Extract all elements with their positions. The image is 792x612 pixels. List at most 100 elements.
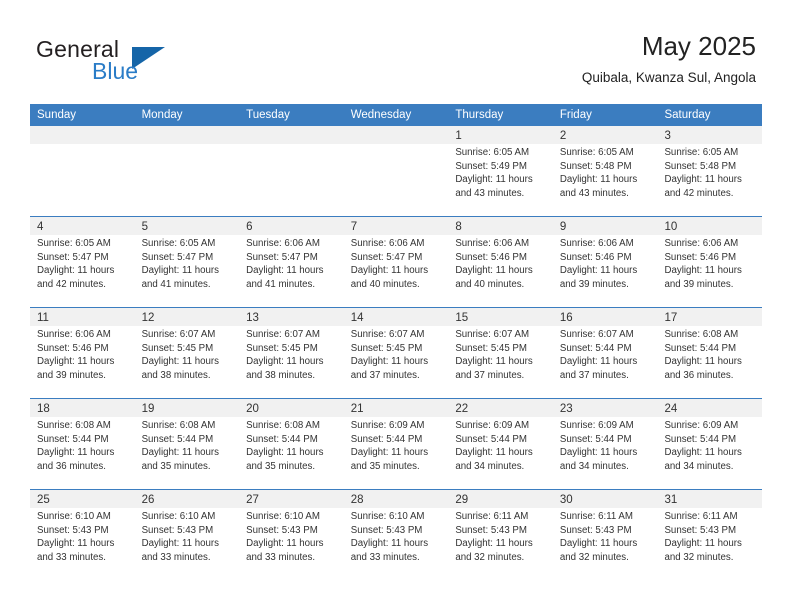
- calendar-day-cell[interactable]: 28 Sunrise: 6:10 AM Sunset: 5:43 PM Dayligh…: [343, 490, 449, 580]
- calendar-day-cell-empty: [134, 126, 240, 216]
- day-details: Sunrise: 6:05 AM Sunset: 5:47 PM Daylight:…: [30, 235, 135, 291]
- day-number: 7: [350, 221, 358, 233]
- calendar-day-cell[interactable]: 31 Sunrise: 6:11 AM Sunset: 5:43 PM Dayligh…: [657, 490, 763, 580]
- calendar-day-cell[interactable]: 6 Sunrise: 6:06 AM Sunset: 5:47 PM Daylight…: [239, 217, 344, 307]
- day-number: 29: [455, 494, 469, 506]
- calendar-day-cell[interactable]: 25 Sunrise: 6:10 AM Sunset: 5:43 PM Dayligh…: [30, 490, 135, 580]
- calendar-day-cell[interactable]: 17 Sunrise: 6:08 AM Sunset: 5:44 PM Dayligh…: [657, 308, 763, 398]
- daylight-text-line2: and 37 minutes.: [350, 369, 420, 381]
- daylight-text-line1: Daylight: 11 hours: [664, 538, 742, 550]
- sunrise-text: Sunrise: 6:06 AM: [37, 329, 111, 340]
- calendar-day-cell[interactable]: 22 Sunrise: 6:09 AM Sunset: 5:44 PM Dayligh…: [448, 399, 553, 489]
- calendar-day-cell[interactable]: 10 Sunrise: 6:06 AM Sunset: 5:46 PM Dayligh…: [657, 217, 763, 307]
- day-number: 15: [455, 312, 469, 324]
- calendar-day-cell[interactable]: 3 Sunrise: 6:05 AM Sunset: 5:48 PM Daylight…: [657, 126, 763, 216]
- daylight-text-line1: Daylight: 11 hours: [664, 447, 742, 459]
- calendar-day-cell[interactable]: 15 Sunrise: 6:07 AM Sunset: 5:45 PM Dayligh…: [448, 308, 553, 398]
- day-number: 13: [246, 312, 259, 324]
- day-number: 2: [559, 130, 567, 142]
- sunset-text: Sunset: 5:43 PM: [559, 524, 632, 536]
- day-number-band: 30: [552, 490, 658, 508]
- daylight-text-line1: Daylight: 11 hours: [455, 265, 533, 277]
- page-header: General Blue May 2025 Quibala, Kwanza Su…: [0, 0, 792, 100]
- day-number: 14: [350, 312, 364, 324]
- sunset-text: Sunset: 5:44 PM: [559, 433, 632, 445]
- daylight-text-line2: and 32 minutes.: [455, 551, 525, 563]
- daylight-text-line2: and 32 minutes.: [559, 551, 629, 563]
- sunrise-text: Sunrise: 6:08 AM: [37, 420, 111, 431]
- daylight-text-line1: Daylight: 11 hours: [559, 538, 638, 550]
- day-number: 27: [246, 494, 259, 506]
- sunrise-text: Sunrise: 6:10 AM: [141, 511, 216, 522]
- day-number-band: 15: [448, 308, 553, 326]
- sunrise-text: Sunrise: 6:08 AM: [141, 420, 216, 431]
- day-details: Sunrise: 6:06 AM Sunset: 5:47 PM Daylight:…: [239, 235, 344, 291]
- calendar-day-cell[interactable]: 12 Sunrise: 6:07 AM Sunset: 5:45 PM Dayligh…: [134, 308, 240, 398]
- calendar-day-cell[interactable]: 9 Sunrise: 6:06 AM Sunset: 5:46 PM Daylight…: [552, 217, 658, 307]
- calendar-day-cell-empty: [239, 126, 344, 216]
- daylight-text-line2: and 39 minutes.: [664, 278, 734, 290]
- daylight-text-line1: Daylight: 11 hours: [559, 447, 638, 459]
- calendar-day-cell[interactable]: 21 Sunrise: 6:09 AM Sunset: 5:44 PM Dayligh…: [343, 399, 449, 489]
- day-number-band: 7: [343, 217, 449, 235]
- sunset-text: Sunset: 5:46 PM: [664, 251, 737, 263]
- day-number-band: 10: [657, 217, 763, 235]
- calendar-day-cell[interactable]: 11 Sunrise: 6:06 AM Sunset: 5:46 PM Dayligh…: [30, 308, 135, 398]
- day-details: Sunrise: 6:09 AM Sunset: 5:44 PM Daylight:…: [344, 417, 449, 473]
- sunset-text: Sunset: 5:47 PM: [246, 251, 318, 263]
- calendar-grid: Sunday Monday Tuesday Wednesday Thursday Frid…: [30, 104, 763, 580]
- calendar-day-cell[interactable]: 18 Sunrise: 6:08 AM Sunset: 5:44 PM Dayligh…: [30, 399, 135, 489]
- daylight-text-line1: Daylight: 11 hours: [37, 538, 115, 550]
- day-details: Sunrise: 6:05 AM Sunset: 5:48 PM Daylight:…: [657, 144, 762, 200]
- calendar-day-cell[interactable]: 29 Sunrise: 6:11 AM Sunset: 5:43 PM Dayligh…: [448, 490, 553, 580]
- sunset-text: Sunset: 5:44 PM: [37, 433, 109, 445]
- daylight-text-line1: Daylight: 11 hours: [559, 356, 638, 368]
- daylight-text-line2: and 38 minutes.: [246, 369, 316, 381]
- calendar-day-cell[interactable]: 23 Sunrise: 6:09 AM Sunset: 5:44 PM Dayligh…: [552, 399, 658, 489]
- sunrise-text: Sunrise: 6:05 AM: [37, 238, 111, 249]
- calendar-day-cell[interactable]: 26 Sunrise: 6:10 AM Sunset: 5:43 PM Dayligh…: [134, 490, 240, 580]
- sunset-text: Sunset: 5:47 PM: [350, 251, 423, 263]
- calendar-day-cell[interactable]: 24 Sunrise: 6:09 AM Sunset: 5:44 PM Dayligh…: [657, 399, 763, 489]
- calendar-day-cell[interactable]: 16 Sunrise: 6:07 AM Sunset: 5:44 PM Dayligh…: [552, 308, 658, 398]
- calendar-day-cell[interactable]: 7 Sunrise: 6:06 AM Sunset: 5:47 PM Daylight…: [343, 217, 449, 307]
- day-number-band: [30, 126, 135, 144]
- daylight-text-line2: and 39 minutes.: [559, 278, 629, 290]
- daylight-text-line2: and 42 minutes.: [664, 187, 734, 199]
- calendar-day-cell[interactable]: 20 Sunrise: 6:08 AM Sunset: 5:44 PM Dayligh…: [239, 399, 344, 489]
- calendar-day-cell[interactable]: 8 Sunrise: 6:06 AM Sunset: 5:46 PM Daylight…: [448, 217, 553, 307]
- sunrise-text: Sunrise: 6:07 AM: [350, 329, 425, 340]
- calendar-page: General Blue May 2025 Quibala, Kwanza Su…: [0, 0, 792, 612]
- sunset-text: Sunset: 5:47 PM: [141, 251, 214, 263]
- sunset-text: Sunset: 5:43 PM: [455, 524, 527, 536]
- sunset-text: Sunset: 5:43 PM: [141, 524, 214, 536]
- day-number-band: 26: [134, 490, 240, 508]
- day-number-band: 21: [343, 399, 449, 417]
- calendar-weeks: 1 Sunrise: 6:05 AM Sunset: 5:49 PM Daylight…: [30, 126, 763, 580]
- day-number: 20: [246, 403, 259, 415]
- calendar-day-cell[interactable]: 2 Sunrise: 6:05 AM Sunset: 5:48 PM Daylight…: [552, 126, 658, 216]
- sunrise-text: Sunrise: 6:10 AM: [246, 511, 320, 522]
- sunset-text: Sunset: 5:43 PM: [37, 524, 109, 536]
- day-details: Sunrise: 6:11 AM Sunset: 5:43 PM Daylight:…: [657, 508, 762, 564]
- daylight-text-line2: and 42 minutes.: [37, 278, 106, 290]
- day-number: 3: [664, 130, 671, 142]
- calendar-day-cell[interactable]: 13 Sunrise: 6:07 AM Sunset: 5:45 PM Dayligh…: [239, 308, 344, 398]
- calendar-day-cell[interactable]: 27 Sunrise: 6:10 AM Sunset: 5:43 PM Dayligh…: [239, 490, 344, 580]
- sunrise-text: Sunrise: 6:06 AM: [455, 238, 530, 249]
- daylight-text-line2: and 40 minutes.: [455, 278, 525, 290]
- calendar-day-cell[interactable]: 14 Sunrise: 6:07 AM Sunset: 5:45 PM Dayligh…: [343, 308, 449, 398]
- sunset-text: Sunset: 5:46 PM: [455, 251, 527, 263]
- calendar-day-cell[interactable]: 4 Sunrise: 6:05 AM Sunset: 5:47 PM Daylight…: [30, 217, 135, 307]
- page-subtitle: Quibala, Kwanza Sul, Angola: [581, 70, 756, 85]
- calendar-day-cell[interactable]: 5 Sunrise: 6:05 AM Sunset: 5:47 PM Daylight…: [134, 217, 240, 307]
- daylight-text-line1: Daylight: 11 hours: [246, 356, 324, 368]
- day-number: 21: [350, 403, 364, 415]
- calendar-day-cell[interactable]: 30 Sunrise: 6:11 AM Sunset: 5:43 PM Dayligh…: [552, 490, 658, 580]
- sunrise-text: Sunrise: 6:09 AM: [350, 420, 425, 431]
- sunset-text: Sunset: 5:46 PM: [559, 251, 632, 263]
- day-number-band: 27: [239, 490, 344, 508]
- calendar-day-cell[interactable]: 1 Sunrise: 6:05 AM Sunset: 5:49 PM Daylight…: [448, 126, 553, 216]
- calendar-day-cell[interactable]: 19 Sunrise: 6:08 AM Sunset: 5:44 PM Dayligh…: [134, 399, 240, 489]
- sunrise-text: Sunrise: 6:07 AM: [141, 329, 216, 340]
